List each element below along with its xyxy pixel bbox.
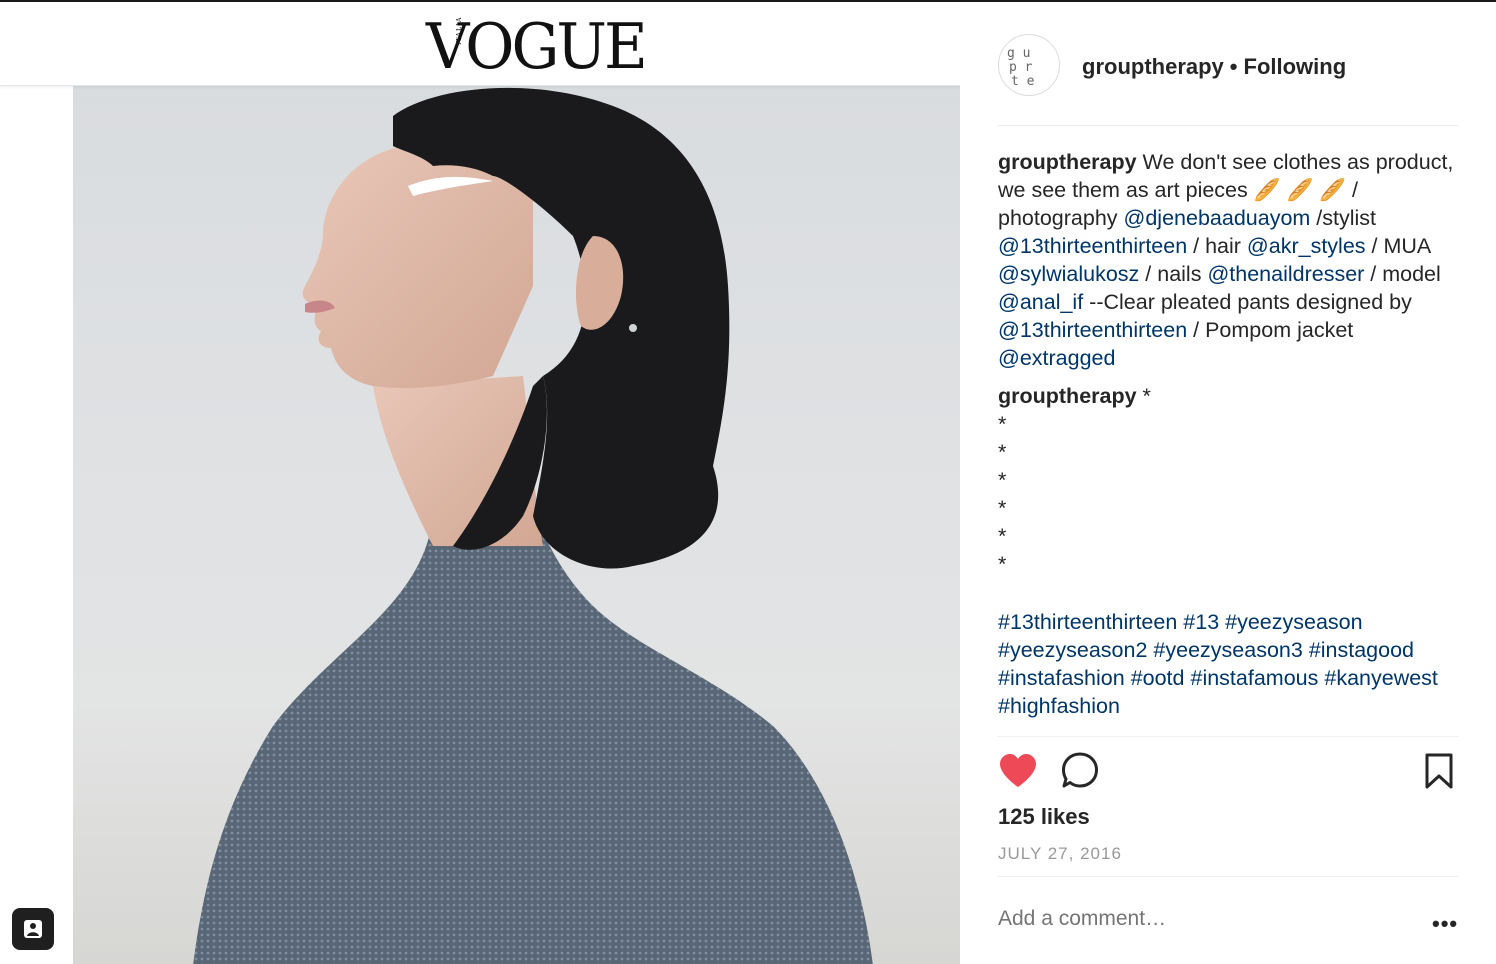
brand-header: VOGUE ITALIA [0,2,960,86]
heart-icon[interactable] [998,753,1038,789]
caption-text: --Clear pleated pants designed by [1083,290,1412,314]
mention-link[interactable]: @akr_styles [1247,234,1366,258]
avatar[interactable]: g u p r t e [998,34,1060,96]
caption-text: / hair [1187,234,1247,258]
mention-link[interactable]: @13thirteenthirteen [998,318,1187,342]
post-header: g u p r t e grouptherapy • Following [998,32,1458,126]
comments-list[interactable]: grouptherapy We don't see clothes as pro… [998,148,1458,736]
mention-link[interactable]: @thenaildresser [1207,262,1364,286]
caption-username[interactable]: grouptherapy [998,150,1137,174]
hashtag-link[interactable]: #ootd [1131,666,1185,690]
star-line: * [998,496,1007,520]
comment-item: grouptherapy * * * * * * * #13thirteenth… [998,382,1458,720]
bookmark-icon[interactable] [1424,753,1454,789]
more-options-icon[interactable]: ••• [1432,911,1458,937]
star-line: * [998,552,1007,576]
portrait-illustration [193,87,873,964]
hashtag-link[interactable]: #kanyewest [1324,666,1438,690]
mention-link[interactable]: @djenebaaduayom [1124,206,1311,230]
hashtag-link[interactable]: #13 [1183,610,1219,634]
mention-link[interactable]: @13thirteenthirteen [998,234,1187,258]
star-line: * [998,412,1007,436]
hashtag-link[interactable]: #instafashion [998,666,1125,690]
svg-text:t e: t e [1011,74,1035,89]
post-details-pane: g u p r t e grouptherapy • Following group… [960,0,1496,964]
separator-dot: • [1229,54,1238,79]
action-bar [998,736,1458,804]
svg-text:p r: p r [1009,60,1033,75]
star-line: * [998,524,1007,548]
mention-link[interactable]: @sylwialukosz [998,262,1139,286]
accessibility-icon [24,920,42,938]
comment-text: * [1136,384,1151,408]
caption-text: /stylist [1310,206,1377,230]
likes-count[interactable]: 125 likes [998,804,1090,830]
svg-text:g u: g u [1007,46,1030,61]
caption-text: / Pompom jacket [1187,318,1354,342]
caption-text: / model [1364,262,1441,286]
caption-text: / nails [1139,262,1208,286]
hashtag-link[interactable]: #yeezyseason3 [1153,638,1302,662]
mention-link[interactable]: @extragged [998,346,1115,370]
caption-text: / MUA [1365,234,1431,258]
post-date: JULY 27, 2016 [998,844,1122,863]
hashtag-link[interactable]: #instagood [1309,638,1414,662]
post-author-line: grouptherapy • Following [1082,54,1346,80]
accessibility-button[interactable] [12,908,54,950]
hashtag-link[interactable]: #13thirteenthirteen [998,610,1177,634]
hashtag-link[interactable]: #instafamous [1190,666,1318,690]
hashtag-list: #13thirteenthirteen #13 #yeezyseason #ye… [998,608,1458,720]
star-line: * [998,468,1007,492]
follow-status-button[interactable]: Following [1244,54,1347,79]
comment-stars: * * * * * * [998,410,1458,578]
vogue-logo-sub: ITALIA [455,16,463,45]
hashtag-link[interactable]: #yeezyseason2 [998,638,1147,662]
hashtag-link[interactable]: #highfashion [998,694,1120,718]
caption-emoji: 🥖 🥖 🥖 [1253,178,1346,202]
author-username[interactable]: grouptherapy [1082,54,1224,79]
media-pane: VOGUE ITALIA [0,0,960,964]
add-comment-section: ••• [998,876,1458,964]
hashtag-link[interactable]: #yeezyseason [1225,610,1362,634]
comment-icon[interactable] [1060,751,1100,791]
caption: grouptherapy We don't see clothes as pro… [998,148,1458,372]
post-photo[interactable] [73,86,960,964]
add-comment-input[interactable] [998,907,1398,931]
avatar-logo-icon: g u p r t e [1007,46,1035,89]
mention-link[interactable]: @anal_if [998,290,1083,314]
star-line: * [998,440,1007,464]
comment-username[interactable]: grouptherapy [998,384,1137,408]
